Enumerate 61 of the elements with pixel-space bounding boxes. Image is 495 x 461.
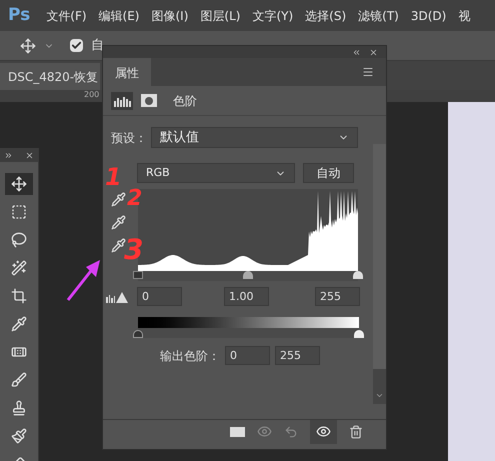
lasso-tool-icon xyxy=(11,232,27,248)
annotation-number: 2 xyxy=(127,188,142,210)
expand-icon[interactable] xyxy=(4,150,13,160)
eyedropper-tool-icon xyxy=(11,316,27,332)
shadow-slider[interactable] xyxy=(133,271,143,279)
menu-item[interactable]: 选择(S) xyxy=(305,6,346,24)
brush-tool-icon xyxy=(11,372,27,388)
auto-select-checkbox[interactable] xyxy=(70,39,83,52)
properties-tab[interactable]: 属性 xyxy=(103,58,151,86)
menu-item[interactable]: 滤镜(T) xyxy=(358,6,399,24)
move-icon[interactable] xyxy=(20,38,36,54)
trash-icon[interactable] xyxy=(349,424,363,438)
output-shadow-field[interactable]: 0 xyxy=(225,346,270,365)
output-shadow-slider[interactable] xyxy=(133,330,143,338)
annotation-number: 3 xyxy=(124,236,144,264)
crop-tool-icon xyxy=(11,288,27,304)
document-tab[interactable]: DSC_4820-恢复 xyxy=(0,63,100,90)
mask-icon[interactable] xyxy=(141,94,157,107)
annotation-number: 1 xyxy=(105,165,122,189)
menu-item[interactable]: 编辑(E) xyxy=(98,6,140,24)
input-highlight-field[interactable]: 255 xyxy=(315,287,360,306)
paintbrush-tool-icon xyxy=(11,428,27,444)
move-tool-icon xyxy=(11,176,27,192)
app-logo: Ps xyxy=(8,4,30,27)
visibility-button[interactable] xyxy=(310,420,337,444)
auto-select-label: 自 xyxy=(91,36,104,55)
preset-label: 预设： xyxy=(111,130,147,146)
wand-tool-icon xyxy=(11,260,27,276)
highlight-slider[interactable] xyxy=(353,271,363,279)
menu-item[interactable]: 文字(Y) xyxy=(252,6,294,24)
clip-to-layer-icon[interactable] xyxy=(230,426,245,436)
adjustment-title: 色阶 xyxy=(173,92,197,110)
marquee-tool-icon xyxy=(11,204,27,220)
eyedropper-icon[interactable] xyxy=(111,192,126,207)
scrollbar[interactable] xyxy=(373,144,386,404)
preset-dropdown[interactable]: 默认值 xyxy=(151,127,358,148)
eyedropper-icon[interactable] xyxy=(111,238,126,253)
scroll-down-icon[interactable] xyxy=(375,391,384,400)
input-shadow-field[interactable]: 0 xyxy=(137,287,182,306)
close-icon[interactable] xyxy=(369,48,378,56)
menu-item[interactable]: 视 xyxy=(458,6,470,24)
collapse-icon[interactable] xyxy=(352,48,361,56)
menu-item[interactable]: 图层(L) xyxy=(200,6,240,24)
ruler-label: 200 xyxy=(84,89,100,101)
move-tool-button[interactable] xyxy=(5,173,33,195)
menu-item[interactable]: 文件(F) xyxy=(46,6,87,24)
eyedropper-icon[interactable] xyxy=(111,215,126,230)
stamp-tool-icon xyxy=(11,400,27,416)
input-gamma-field[interactable]: 1.00 xyxy=(224,287,269,306)
menu-item[interactable]: 3D(D) xyxy=(410,6,446,24)
output-highlight-slider[interactable] xyxy=(354,330,364,338)
histogram-icon[interactable] xyxy=(111,92,133,110)
panel-menu-icon[interactable] xyxy=(362,66,374,78)
output-levels-label: 输出色阶： xyxy=(160,348,220,364)
midtone-slider[interactable] xyxy=(243,271,253,279)
menu-item[interactable]: 图像(I) xyxy=(152,6,188,24)
eye-icon xyxy=(316,424,331,439)
channel-dropdown[interactable]: RGB xyxy=(137,163,295,183)
close-icon[interactable] xyxy=(25,150,34,160)
output-highlight-field[interactable]: 255 xyxy=(275,346,320,365)
auto-button[interactable]: 自动 xyxy=(303,163,354,183)
